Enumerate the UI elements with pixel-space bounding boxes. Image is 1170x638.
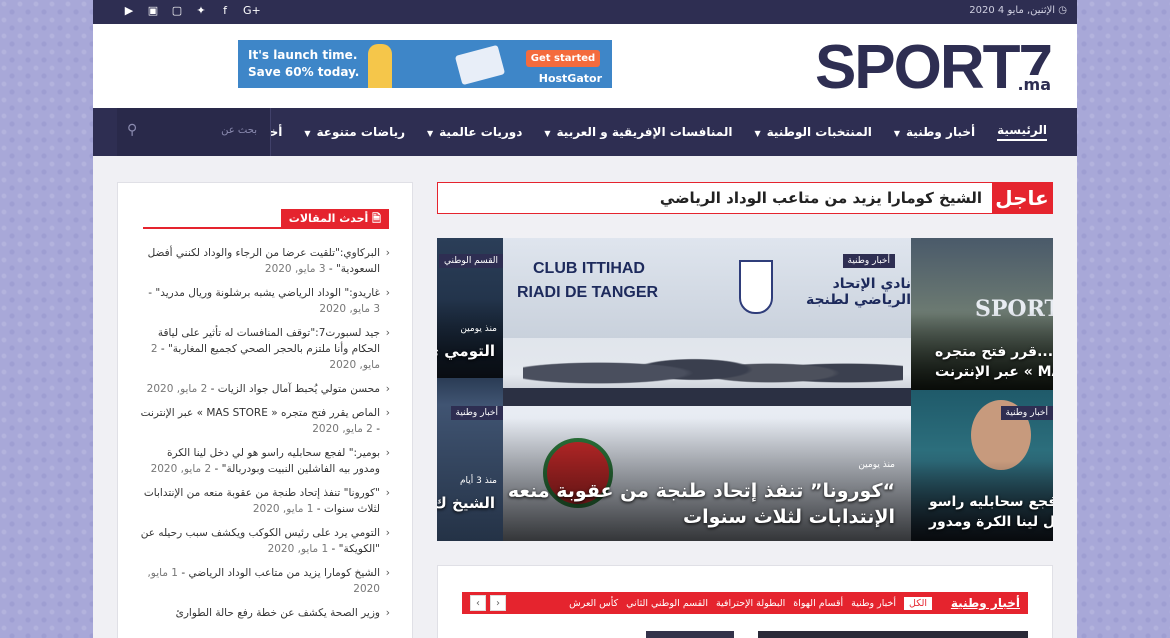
news-block-header: أخبار وطنية الكل أخبار وطنية أقسام الهوا… [462, 592, 1028, 614]
youtube-icon[interactable]: ▢ [171, 3, 183, 19]
list-item[interactable]: محسن متولي يُحبط آمال جواد الزيات - 2 ما… [140, 381, 390, 397]
slide-title[interactable]: الشيخ ك... الوداد ال [437, 494, 495, 512]
national-news-block: أخبار وطنية الكل أخبار وطنية أقسام الهوا… [437, 565, 1053, 638]
category-badge[interactable]: القسم الوطني [439, 254, 503, 268]
tab-throne-cup[interactable]: كأس العرش [569, 598, 618, 609]
post-time: منذ يومين [858, 460, 895, 470]
ad-cta-button[interactable]: Get started [526, 50, 600, 67]
ad-line-2: Save 60% today. [248, 65, 360, 79]
ad-figure-illustration [368, 44, 392, 88]
chevron-down-icon: ▼ [893, 129, 901, 138]
facebook-icon[interactable]: f [219, 3, 231, 19]
list-item[interactable]: البركاوي:"تلقيت عرضا من الرجاء والوداد ل… [140, 245, 390, 277]
slide-title[interactable]: MAS » عبر الإنترنت [935, 364, 1053, 380]
category-badge[interactable]: أخبار وطنية [842, 254, 895, 268]
banner-text-ar: نادي الإتحاد الرياضي لطنجة [805, 276, 911, 308]
chevron-right-icon[interactable]: › [490, 595, 506, 611]
post-time: منذ 3 أيام [459, 476, 497, 486]
slider-tile-left[interactable]: القسم الوطني منذ يومين التومي ي... الكوك… [437, 238, 503, 541]
ad-brand: HostGator [538, 72, 602, 85]
hostgator-ad-banner[interactable]: It's launch time. Save 60% today. Get st… [238, 40, 612, 88]
slider-tile-right-top[interactable]: SPORT7 ...قرر فتح متجره MAS » عبر الإنتر… [911, 238, 1053, 390]
ad-line-1: It's launch time. [248, 48, 358, 62]
nav-item-african-arab[interactable]: المنافسات الإفريقية و العربية▼ [544, 125, 732, 139]
recent-posts-list: البركاوي:"تلقيت عرضا من الرجاء والوداد ل… [140, 245, 390, 629]
social-links: ▶ ▣ ▢ ✦ f G+ [123, 3, 261, 19]
category-badge[interactable]: أخبار وطنية [450, 406, 503, 420]
list-item[interactable]: وزير الصحة يكشف عن خطة رفع حالة الطوارئ [140, 605, 390, 621]
instagram-icon[interactable]: ▣ [147, 3, 159, 19]
chevron-down-icon: ▼ [754, 129, 761, 138]
search-input[interactable]: بحث عن [221, 125, 257, 136]
nav-item-various-sports[interactable]: رياضات متنوعة▼ [304, 125, 405, 139]
chevron-down-icon: ▼ [427, 129, 434, 138]
list-item[interactable]: غاريدو:" الوداد الرياضي يشبه برشلونة وري… [140, 285, 390, 317]
search-box[interactable]: بحث عن ⚲ [117, 108, 271, 156]
google-plus-icon[interactable]: G+ [243, 3, 261, 19]
youtube-play-icon[interactable]: ▶ [123, 3, 135, 19]
nav-item-home[interactable]: الرئيسية [997, 123, 1047, 141]
post-time: منذ يومين [460, 324, 497, 334]
list-item[interactable]: بومير:" لفجع سحابليه راسو هو لي دخل لينا… [140, 445, 390, 477]
featured-slider: القسم الوطني منذ يومين التومي ي... الكوك… [437, 238, 1053, 541]
site-header: It's launch time. Save 60% today. Get st… [93, 24, 1077, 108]
clock-icon: ◷ [1055, 5, 1067, 16]
tab-amateur[interactable]: أقسام الهواة [793, 598, 843, 609]
current-date: ◷ الإثنين, مايو 4 2020 [969, 5, 1067, 16]
list-item[interactable]: الماص يقرر فتح متجره « MAS STORE » عبر ا… [140, 405, 390, 437]
banner-text-en-2: RIADI DE TANGER [517, 284, 659, 301]
page: ◷ الإثنين, مايو 4 2020 ▶ ▣ ▢ ✦ f G+ It's… [93, 0, 1077, 638]
breaking-headline[interactable]: الشيخ كومارا يزيد من متاعب الوداد الرياض… [660, 183, 982, 213]
tab-national-news[interactable]: أخبار وطنية [851, 598, 896, 609]
ad-laptop-illustration [454, 44, 506, 86]
chevron-left-icon[interactable]: ‹ [470, 595, 486, 611]
sidebar-title-bar: 🗎 أحدث المقالات [143, 209, 389, 229]
block-nav-arrows: ‹ › [470, 595, 506, 611]
site-logo[interactable]: SPORT7 .ma [761, 37, 1053, 99]
tab-all[interactable]: الكل [904, 596, 932, 610]
twitter-icon[interactable]: ✦ [195, 3, 207, 19]
slide-title[interactable]: “كورونا” تنفذ إتحاد طنجة من عقوبة منعه م… [503, 480, 895, 502]
news-block-title[interactable]: أخبار وطنية [951, 592, 1020, 614]
breaking-tag: عاجل [992, 183, 1052, 213]
list-item[interactable]: الشيخ كومارا يزيد من متاعب الوداد الرياض… [140, 565, 390, 597]
document-icon: 🗎 [368, 212, 381, 225]
sidebar-recent-posts: 🗎 أحدث المقالات البركاوي:"تلقيت عرضا من … [117, 182, 413, 638]
slide-title[interactable]: دخل لينا الكرة ومدور [929, 514, 1053, 530]
category-badge[interactable]: أخبار وطنية [1000, 406, 1053, 420]
sidebar-title: 🗎 أحدث المقالات [280, 209, 389, 229]
nav-items: الرئيسية أخبار وطنية▼ المنتخبات الوطنية▼… [222, 108, 1047, 156]
news-thumbnail-small[interactable] [646, 631, 734, 638]
news-block-tabs: الكل أخبار وطنية أقسام الهواة البطولة ال… [569, 592, 932, 614]
tab-pro-league[interactable]: البطولة الإحترافية [716, 598, 785, 609]
slide-title[interactable]: ...قرر فتح متجره [935, 344, 1053, 360]
top-bar: ◷ الإثنين, مايو 4 2020 ▶ ▣ ▢ ✦ f G+ [93, 0, 1077, 24]
list-item[interactable]: التومي يرد على رئيس الكوكب ويكشف سبب رحي… [140, 525, 390, 557]
slide-title[interactable]: ...فجع سحابليه راسو [929, 494, 1053, 510]
list-item[interactable]: "كورونا" تنفذ إتحاد طنجة من عقوبة منعه م… [140, 485, 390, 517]
list-item[interactable]: جيد لسبورت7:"توقف المنافسات له تأثير على… [140, 325, 390, 373]
breaking-news-bar: عاجل الشيخ كومارا يزيد من متاعب الوداد ا… [437, 182, 1053, 214]
slider-tile-main[interactable]: CLUB ITTIHAD RIADI DE TANGER نادي الإتحا… [503, 238, 911, 541]
nav-item-national-teams[interactable]: المنتخبات الوطنية▼ [754, 125, 871, 139]
chevron-down-icon: ▼ [304, 129, 311, 138]
news-thumbnail-large[interactable] [758, 631, 1028, 638]
slider-tile-right-bottom[interactable]: أخبار وطنية ...فجع سحابليه راسو دخل لينا… [911, 390, 1053, 541]
logo-suffix: .ma [1015, 75, 1051, 94]
chevron-down-icon: ▼ [544, 129, 551, 138]
slide-title[interactable]: الإنتدابات لثلاث سنوات [683, 506, 895, 528]
main-nav: الرئيسية أخبار وطنية▼ المنتخبات الوطنية▼… [93, 108, 1077, 156]
tab-second-division[interactable]: القسم الوطني الثاني [626, 598, 708, 609]
banner-text-en-1: CLUB ITTIHAD [533, 260, 645, 277]
nav-item-national-news[interactable]: أخبار وطنية▼ [894, 125, 975, 139]
search-icon[interactable]: ⚲ [127, 122, 137, 138]
slide-title[interactable]: التومي ي... الكوكب [437, 342, 495, 360]
club-crest-image [739, 260, 773, 314]
nav-item-world-leagues[interactable]: دوريات عالمية▼ [427, 125, 522, 139]
